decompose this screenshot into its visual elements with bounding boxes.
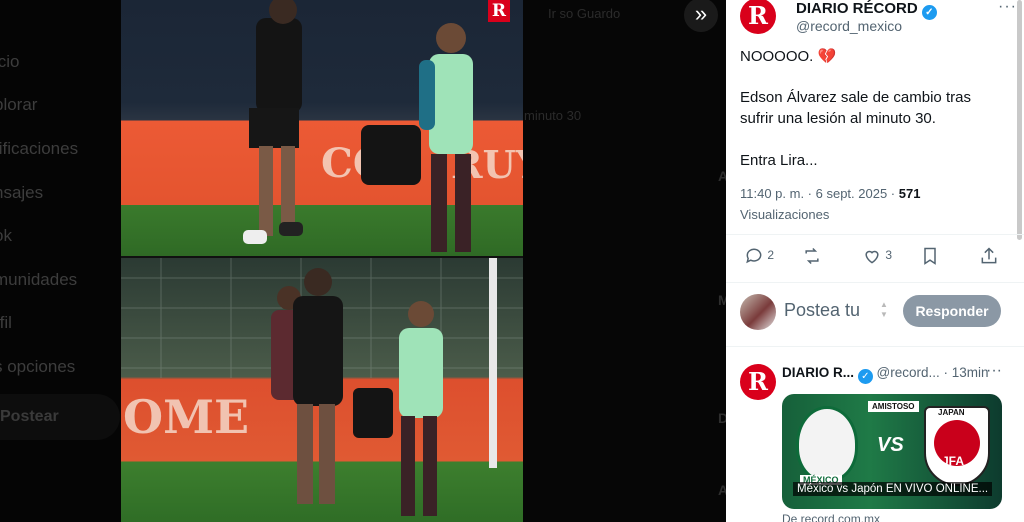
post-button-label: Postear [0, 408, 59, 425]
record-logo: R [488, 0, 510, 22]
nav-item-home: icio [0, 52, 20, 71]
nav-item-messages: nsajes [0, 183, 44, 202]
background-text: Ir so Guardo [548, 6, 621, 21]
link-card[interactable]: MÉXICO AMISTOSO VS JAPAN JFA México vs J… [782, 394, 1002, 509]
media-photo[interactable]: CO RUYI R OME [121, 0, 523, 522]
verified-badge-icon: ✓ [857, 369, 873, 384]
input-scroll-arrows-icon[interactable]: ▲ ▼ [880, 300, 888, 320]
post-button: Postear [0, 394, 120, 440]
reply-icon [746, 248, 762, 264]
background-sidebar: icio plorar tificaciones nsajes ok munid… [0, 0, 130, 522]
players-group [271, 268, 443, 516]
nav-item-notifications: tificaciones [0, 139, 79, 158]
card-vs: VS [877, 434, 904, 456]
tweet-timestamp[interactable]: 11:40 p. m. · 6 sept. 2025 · 571 [740, 186, 920, 201]
background-timeline: Ir so Guardo minuto 30 A M D A [520, 0, 730, 522]
tweet-text-line: Edson Álvarez sale de cambio tras [740, 89, 971, 106]
heart-icon [865, 250, 879, 264]
reply-time[interactable]: · 13min [944, 365, 989, 380]
verified-badge-icon: ✓ [921, 5, 937, 20]
card-source[interactable]: De record.com.mx [782, 512, 880, 522]
divider [726, 282, 1024, 283]
tweet-text-line: sufrir una lesión al minuto 30. [740, 110, 936, 127]
tweet-header: R DIARIO RÉCORD ✓ @record_mexico ··· [740, 0, 1016, 40]
views-count: 571 [898, 186, 921, 201]
like-action[interactable]: 3 [862, 246, 892, 266]
reply-button[interactable]: Responder [903, 295, 1001, 327]
share-icon [981, 247, 997, 264]
photo-top-panel: CO RUYI R [121, 0, 523, 256]
tweet-actions: 2 3 [726, 246, 1024, 272]
nav-item-profile: rfil [0, 313, 12, 332]
bookmark-action[interactable] [920, 246, 940, 266]
timestamp-text[interactable]: 11:40 p. m. · 6 sept. 2025 · [740, 186, 895, 201]
divider [726, 234, 1024, 235]
player-figure [243, 0, 303, 244]
japan-label: JAPAN [938, 408, 965, 417]
scrollbar[interactable] [1017, 0, 1022, 240]
reply-action[interactable]: 2 [744, 246, 774, 266]
author-avatar[interactable]: R [740, 0, 776, 34]
retweet-icon [805, 247, 819, 265]
medic-figure [361, 23, 473, 252]
nav-item-explore: plorar [0, 95, 38, 114]
card-caption: México vs Japón EN VIVO ONLINE... [793, 482, 993, 496]
reply-input[interactable] [784, 300, 874, 321]
nav-item-communities: munidades [0, 270, 78, 289]
reply-count: 2 [767, 248, 775, 263]
mexico-crest [796, 406, 858, 482]
more-options-icon[interactable]: ··· [986, 362, 1002, 380]
nav-item-grok: ok [0, 226, 12, 245]
more-options-icon[interactable]: ··· [998, 0, 1017, 16]
reply-author-name[interactable]: DIARIO R... [782, 365, 854, 380]
tweet-text-line: NOOOOO. 💔 [740, 48, 837, 65]
nav-item-more: s opciones [0, 357, 76, 376]
tweet-panel: R DIARIO RÉCORD ✓ @record_mexico ··· NOO… [726, 0, 1024, 522]
photo-bottom-panel: OME [121, 258, 523, 522]
jfa-label: JFA [942, 454, 965, 468]
retweet-action[interactable] [802, 246, 822, 266]
reply-author-avatar[interactable]: R [740, 364, 776, 400]
user-avatar[interactable] [740, 294, 776, 330]
reply-author[interactable]: DIARIO R... ✓ @record... · 13min [782, 365, 989, 384]
like-count: 3 [885, 248, 893, 263]
tweet-text-line: Entra Lira... [740, 152, 818, 169]
card-badge: AMISTOSO [868, 401, 919, 412]
author-name-text[interactable]: DIARIO RÉCORD [796, 0, 918, 17]
views-label: Visualizaciones [740, 207, 830, 222]
reply-author-handle[interactable]: @record... [877, 365, 940, 380]
bookmark-icon [924, 247, 936, 265]
author-handle[interactable]: @record_mexico [796, 18, 902, 34]
share-action[interactable] [979, 246, 999, 266]
author-name[interactable]: DIARIO RÉCORD ✓ [796, 0, 937, 20]
background-text: minuto 30 [524, 108, 582, 123]
divider [726, 346, 1024, 347]
